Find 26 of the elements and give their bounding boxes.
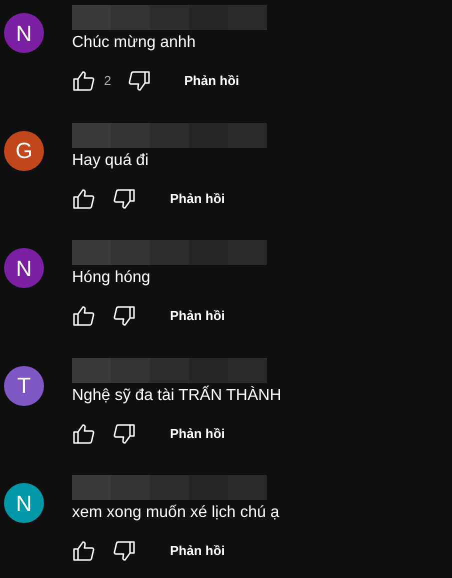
thumbs-down-icon[interactable]: [112, 186, 136, 210]
thumbs-up-icon[interactable]: [72, 304, 96, 328]
avatar[interactable]: G: [4, 130, 44, 170]
avatar[interactable]: N: [4, 483, 44, 523]
comment-text: Nghệ sỹ đa tài TRẤN THÀNH: [72, 386, 282, 406]
comment-text: Chúc mừng anhh: [72, 33, 197, 53]
reply-button[interactable]: Phản hồi: [184, 71, 240, 91]
comment-text: Hóng hóng: [72, 268, 152, 288]
thumbs-down-icon[interactable]: [127, 69, 152, 93]
comment-text: Hay quá đi: [72, 150, 150, 170]
thumbs-down-icon[interactable]: [112, 304, 136, 328]
thumbs-down-icon[interactable]: [112, 422, 136, 446]
avatar[interactable]: T: [4, 366, 44, 406]
reply-button[interactable]: Phản hồi: [170, 188, 225, 208]
avatar[interactable]: N: [4, 248, 44, 288]
reply-button[interactable]: Phản hồi: [170, 541, 225, 561]
like-count: 2: [104, 72, 112, 90]
comment-text: xem xong muốn xé lịch chú ạ: [72, 503, 280, 523]
thumbs-up-icon[interactable]: [72, 539, 96, 563]
reply-button[interactable]: Phản hồi: [170, 424, 225, 444]
thumbs-down-icon[interactable]: [112, 539, 136, 563]
thumbs-up-icon[interactable]: [72, 422, 96, 446]
reply-button[interactable]: Phản hồi: [170, 306, 225, 326]
avatar[interactable]: N: [4, 13, 44, 53]
thumbs-up-icon[interactable]: [72, 186, 96, 210]
thumbs-up-icon[interactable]: [72, 69, 96, 93]
